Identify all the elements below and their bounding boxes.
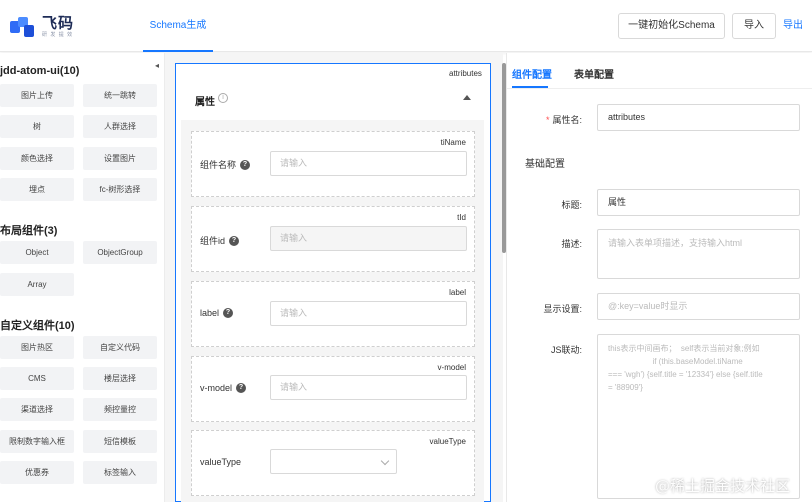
component-item[interactable]: 设置图片 xyxy=(83,147,157,170)
component-item[interactable]: Object xyxy=(0,241,74,264)
logo-title: 飞码 xyxy=(42,15,75,32)
field-label-text: 组件名称 xyxy=(200,160,237,170)
label-input[interactable]: 请输入 xyxy=(270,301,467,326)
component-item[interactable]: 自定义代码 xyxy=(83,336,157,359)
tab-component-config[interactable]: 组件配置 xyxy=(512,66,552,81)
component-item[interactable]: fc-树形选择 xyxy=(83,178,157,201)
field-card-tiname[interactable]: tiName 组件名称 ? 请输入 xyxy=(191,131,475,197)
field-label-text: 组件id xyxy=(200,236,226,246)
watermark: @稀土掘金技术社区 xyxy=(655,477,791,495)
field-label: valueType xyxy=(200,457,241,467)
logo: 飞码 研 发 提 效 xyxy=(10,16,74,38)
component-item[interactable]: 树 xyxy=(0,115,74,138)
info-icon: i xyxy=(218,93,228,103)
import-button[interactable]: 导入 xyxy=(732,13,776,39)
display-setting-input[interactable]: @:key=value时显示 xyxy=(597,293,800,320)
component-item[interactable]: CMS xyxy=(0,367,74,390)
field-label: v-model ? xyxy=(200,383,247,393)
export-link[interactable]: 导出 xyxy=(783,13,803,39)
title-label: 标题: xyxy=(561,200,582,210)
field-label: 组件id ? xyxy=(200,234,240,247)
help-icon[interactable]: ? xyxy=(240,159,251,170)
display-setting-label: 显示设置: xyxy=(543,304,582,314)
top-bar: 飞码 研 发 提 效 Schema生成 一键初始化Schema 导入 导出 xyxy=(0,0,812,52)
field-label-text: valueType xyxy=(200,457,242,467)
value-type-select[interactable] xyxy=(270,449,397,474)
field-label: 组件名称 ? xyxy=(200,158,251,171)
logo-subtitle: 研 发 提 效 xyxy=(42,32,74,38)
property-name-label: * 属性名: xyxy=(510,113,582,126)
logo-icon xyxy=(10,17,34,37)
group-title-atom: jdd-atom-ui(10) xyxy=(0,65,80,77)
tab-form-config[interactable]: 表单配置 xyxy=(574,66,614,81)
component-item[interactable]: ObjectGroup xyxy=(83,241,157,264)
component-item[interactable]: 限制数字输入框 xyxy=(0,430,74,453)
field-key: tiName xyxy=(440,138,466,147)
component-id-input: 请输入 xyxy=(270,226,467,251)
description-label: 描述: xyxy=(561,239,582,249)
collapse-sidebar-icon[interactable]: ◂ xyxy=(151,58,163,74)
component-item[interactable]: 统一跳转 xyxy=(83,84,157,107)
tab-schema-generate[interactable]: Schema生成 xyxy=(143,0,213,52)
form-field-key: attributes xyxy=(449,69,482,78)
tab-border xyxy=(507,88,812,89)
collapse-caret-icon[interactable] xyxy=(463,95,471,100)
component-item[interactable]: 标签输入 xyxy=(83,461,157,484)
component-name-input[interactable]: 请输入 xyxy=(270,151,467,176)
help-icon[interactable]: ? xyxy=(229,235,240,246)
field-label-text: v-model xyxy=(200,383,233,393)
field-key: label xyxy=(449,288,466,297)
help-icon[interactable]: ? xyxy=(236,383,247,393)
component-item[interactable]: 渠道选择 xyxy=(0,398,74,421)
group-title-custom: 自定义组件(10) xyxy=(0,320,75,332)
component-item[interactable]: Array xyxy=(0,273,74,296)
description-textarea[interactable]: 请输入表单项描述，支持输入html xyxy=(597,229,800,279)
field-key: tId xyxy=(457,213,466,222)
field-card-vmodel[interactable]: v-model v-model ? 请输入 xyxy=(191,356,475,422)
field-key: valueType xyxy=(429,437,466,446)
component-item[interactable]: 频控量控 xyxy=(83,398,157,421)
field-key: v-model xyxy=(437,363,466,372)
field-card-label[interactable]: label label ? 请输入 xyxy=(191,281,475,347)
component-item[interactable]: 颜色选择 xyxy=(0,147,74,170)
section-title: 属性 xyxy=(195,97,215,108)
chevron-down-icon xyxy=(380,456,390,466)
component-item[interactable]: 优惠券 xyxy=(0,461,74,484)
v-model-input[interactable]: 请输入 xyxy=(270,375,467,400)
property-name-input[interactable]: attributes xyxy=(597,104,800,131)
component-item[interactable]: 埋点 xyxy=(0,178,74,201)
group-title-layout: 布局组件(3) xyxy=(0,225,58,237)
component-item[interactable]: 人群选择 xyxy=(83,115,157,138)
js-linkage-label: JS联动: xyxy=(550,345,582,355)
help-icon[interactable]: ? xyxy=(223,308,234,318)
field-card-tid[interactable]: tId 组件id ? 请输入 xyxy=(191,206,475,272)
property-name-label-text: 属性名: xyxy=(552,115,582,125)
component-item[interactable]: 图片热区 xyxy=(0,336,74,359)
field-label-text: label xyxy=(200,308,220,318)
component-item[interactable]: 楼层选择 xyxy=(83,367,157,390)
init-schema-button[interactable]: 一键初始化Schema xyxy=(618,13,725,39)
field-label: label ? xyxy=(200,308,234,318)
field-card-valuetype[interactable]: valueType valueType xyxy=(191,430,475,496)
basic-config-heading: 基础配置 xyxy=(525,159,565,170)
title-input[interactable]: 属性 xyxy=(597,189,800,216)
component-item[interactable]: 短信模板 xyxy=(83,430,157,453)
component-item[interactable]: 图片上传 xyxy=(0,84,74,107)
required-mark: * xyxy=(545,115,550,125)
